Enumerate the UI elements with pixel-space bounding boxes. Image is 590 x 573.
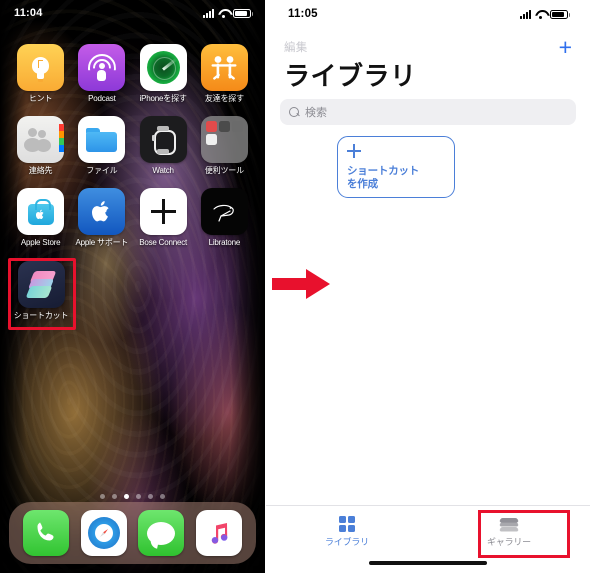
app-label: Apple Store	[20, 238, 61, 248]
app-label: Bose Connect	[139, 238, 188, 248]
apple-store-icon	[17, 188, 65, 236]
page-dot	[160, 494, 165, 499]
watch-icon	[139, 116, 187, 164]
app-find-iphone[interactable]: iPhoneを探す	[133, 44, 194, 103]
app-row-4: ショートカット	[0, 260, 265, 320]
create-shortcut-line2: を作成	[347, 177, 378, 190]
cellular-bars-icon	[520, 9, 531, 19]
app-find-friends[interactable]: 友達を探す	[194, 44, 255, 103]
create-shortcut-label: ショートカット を作成	[347, 165, 445, 191]
layers-icon	[498, 517, 520, 532]
dock	[9, 502, 256, 564]
app-label: ヒント	[28, 94, 53, 103]
app-label: ショートカット	[13, 310, 69, 320]
libratone-icon	[200, 188, 248, 236]
app-folder-tools[interactable]: 便利ツール	[194, 116, 255, 175]
search-icon	[289, 106, 300, 118]
phone-icon[interactable]	[22, 510, 69, 556]
left-status-bar: 11:04	[0, 0, 265, 26]
status-time: 11:04	[14, 7, 43, 19]
app-row-3: Apple Store Apple サポート Bose Connect Libr…	[0, 188, 265, 247]
search-placeholder: 検索	[305, 107, 327, 119]
music-icon[interactable]	[196, 510, 243, 556]
app-label: Podcast	[88, 94, 116, 103]
create-shortcut-line1: ショートカット	[347, 164, 420, 177]
search-input[interactable]: 検索	[280, 99, 576, 125]
messages-icon[interactable]	[138, 510, 185, 556]
app-label: 便利ツール	[204, 166, 244, 176]
home-indicator	[369, 561, 487, 565]
tab-library[interactable]: ライブラリ	[266, 511, 428, 548]
page-dot-active	[124, 494, 129, 499]
folder-icon	[200, 116, 248, 164]
left-phone-home-screen: 11:04 ヒント Podcast iPhoneを探す 友達を探す 連絡先 ファ…	[0, 0, 265, 573]
app-label: ファイル	[86, 166, 118, 176]
wifi-icon	[535, 10, 546, 19]
shortcuts-icon	[17, 260, 65, 308]
app-watch[interactable]: Watch	[133, 116, 194, 175]
app-files[interactable]: ファイル	[71, 116, 132, 175]
app-bose-connect[interactable]: Bose Connect	[133, 188, 194, 247]
tab-label: ライブラリ	[324, 537, 369, 547]
app-podcast[interactable]: Podcast	[71, 44, 132, 103]
home-screen-app-grid: ヒント Podcast iPhoneを探す 友達を探す 連絡先 ファイル Wat…	[0, 44, 265, 333]
grid-icon	[339, 516, 355, 532]
create-shortcut-card[interactable]: ショートカット を作成	[337, 136, 455, 198]
app-label: iPhoneを探す	[139, 94, 187, 103]
podcast-icon	[78, 44, 126, 91]
page-dots[interactable]	[0, 494, 265, 499]
app-tips[interactable]: ヒント	[10, 44, 71, 103]
app-shortcuts[interactable]: ショートカット	[10, 260, 72, 320]
app-contacts[interactable]: 連絡先	[10, 116, 71, 175]
right-arrow-icon	[270, 266, 332, 302]
app-row-2: 連絡先 ファイル Watch 便利ツール	[0, 116, 265, 175]
apple-support-icon	[78, 188, 126, 236]
app-row-1: ヒント Podcast iPhoneを探す 友達を探す	[0, 44, 265, 103]
safari-icon[interactable]	[80, 510, 127, 556]
page-dot	[148, 494, 153, 499]
app-label: 友達を探す	[204, 94, 244, 103]
find-friends-icon	[200, 44, 248, 91]
tab-bar: ライブラリ ギャラリー	[266, 505, 590, 553]
edit-button[interactable]: 編集	[284, 39, 308, 55]
app-apple-support[interactable]: Apple サポート	[71, 188, 132, 247]
wifi-icon	[218, 9, 229, 18]
tab-label: ギャラリー	[486, 536, 531, 547]
battery-icon	[550, 9, 570, 19]
app-label: 連絡先	[28, 166, 53, 176]
tips-icon	[17, 44, 65, 91]
status-indicators	[203, 8, 253, 18]
cellular-bars-icon	[203, 8, 214, 18]
app-libratone[interactable]: Libratone	[194, 188, 255, 247]
right-status-bar: 11:05	[266, 0, 590, 28]
files-icon	[78, 116, 126, 164]
plus-icon	[347, 144, 361, 158]
page-dot	[136, 494, 141, 499]
page-dot	[112, 494, 117, 499]
status-indicators	[520, 9, 570, 19]
app-apple-store[interactable]: Apple Store	[10, 188, 71, 247]
find-iphone-icon	[139, 44, 187, 91]
nav-row: 編集 +	[266, 35, 590, 59]
tab-gallery[interactable]: ギャラリー	[428, 512, 590, 548]
bose-connect-icon	[139, 188, 187, 236]
battery-icon	[233, 8, 253, 18]
page-title: ライブラリ	[284, 61, 417, 91]
app-label: Watch	[152, 166, 174, 176]
add-shortcut-button[interactable]: +	[559, 35, 572, 59]
contacts-icon	[17, 116, 65, 164]
screenshot-root: 11:04 ヒント Podcast iPhoneを探す 友達を探す 連絡先 ファ…	[0, 0, 590, 573]
status-time: 11:05	[288, 8, 318, 20]
page-dot	[100, 494, 105, 499]
app-label: Libratone	[208, 238, 241, 248]
app-label: Apple サポート	[75, 238, 129, 248]
